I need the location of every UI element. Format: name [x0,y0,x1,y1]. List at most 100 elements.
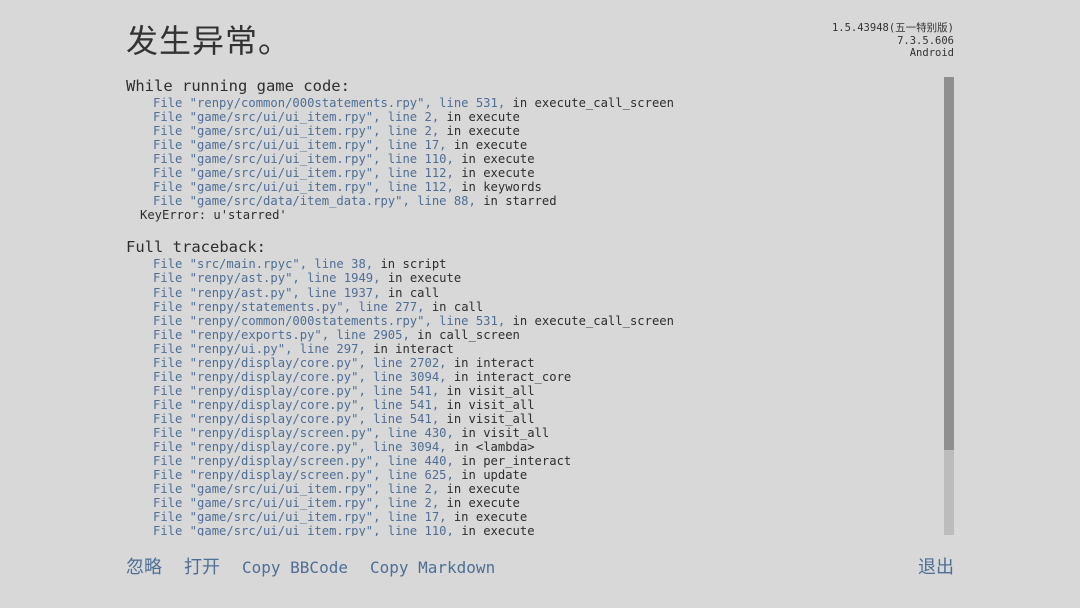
frame-function: in visit_all [446,397,535,412]
traceback-frame: File "game/src/ui/ui_item.rpy", line 2, … [153,496,938,510]
traceback-frame: File "game/src/ui/ui_item.rpy", line 2, … [153,110,938,124]
game-code-frames: File "renpy/common/000statements.rpy", l… [126,96,938,208]
frame-function: in <lambda> [453,440,535,455]
frame-function: in call [387,285,440,300]
traceback-frame: File "renpy/common/000statements.rpy", l… [153,96,938,110]
traceback-frame: File "renpy/display/screen.py", line 430… [153,426,938,440]
frame-location: File "renpy/display/core.py", line 541, [153,397,440,412]
frame-location: File "renpy/display/core.py", line 541, [153,411,440,426]
frame-location: File "game/src/ui/ui_item.rpy", line 112… [153,180,454,195]
frame-location: File "renpy/common/000statements.rpy", l… [153,96,506,110]
frame-function: in script [380,257,447,272]
version-line: 7.3.5.606 [897,34,954,47]
traceback-frame: File "game/src/ui/ui_item.rpy", line 110… [153,524,938,536]
traceback-frame: File "renpy/display/core.py", line 3094,… [153,370,938,384]
frame-location: File "game/src/data/item_data.rpy", line… [153,194,476,209]
frame-location: File "renpy/display/screen.py", line 440… [153,454,454,469]
copy-bbcode-button[interactable]: Copy BBCode [242,556,348,580]
frame-location: File "game/src/ui/ui_item.rpy", line 110… [153,524,454,536]
frame-function: in update [461,468,528,483]
ignore-button[interactable]: 忽略 [126,556,162,580]
traceback-frame: File "game/src/ui/ui_item.rpy", line 17,… [153,138,938,152]
traceback-frame: File "renpy/ui.py", line 297, in interac… [153,342,938,356]
frame-location: File "src/main.rpyc", line 38, [153,257,374,272]
traceback-frame: File "renpy/display/core.py", line 541, … [153,412,938,426]
version-line: 1.5.43948(五一特别版) [831,22,954,34]
frame-function: in call_screen [417,327,520,342]
page-title: 发生异常。 [126,22,292,60]
traceback-frame: File "game/src/ui/ui_item.rpy", line 112… [153,166,938,180]
frame-function: in execute [461,166,535,181]
frame-function: in execute [453,510,528,525]
scrollbar-thumb[interactable] [944,77,954,450]
frame-function: in interact [453,355,535,370]
full-traceback-heading: Full traceback: [126,238,266,257]
frame-location: File "game/src/ui/ui_item.rpy", line 2, [153,110,440,125]
frame-location: File "game/src/ui/ui_item.rpy", line 112… [153,166,454,181]
traceback-frame: File "renpy/display/core.py", line 2702,… [153,356,938,370]
frame-function: in per_interact [461,454,572,469]
frame-function: in execute [387,271,462,286]
frame-function: in execute_call_screen [512,96,674,110]
frame-function: in execute [461,524,535,536]
frame-location: File "renpy/statements.py", line 277, [153,299,425,314]
frame-location: File "renpy/display/core.py", line 541, [153,383,440,398]
frame-function: in visit_all [461,425,550,440]
traceback-frame: File "game/src/ui/ui_item.rpy", line 2, … [153,482,938,496]
frame-location: File "game/src/ui/ui_item.rpy", line 17, [153,510,447,525]
traceback-frame: File "renpy/display/core.py", line 541, … [153,384,938,398]
traceback-frame: File "game/src/ui/ui_item.rpy", line 112… [153,180,938,194]
traceback-viewport[interactable]: While running game code: File "renpy/com… [126,76,938,536]
frame-location: File "game/src/ui/ui_item.rpy", line 17, [153,138,447,153]
traceback-frame: File "renpy/exports.py", line 2905, in c… [153,328,938,342]
frame-location: File "renpy/display/core.py", line 2702, [153,355,447,370]
frame-function: in keywords [461,180,542,195]
traceback-frame: File "src/main.rpyc", line 38, in script [153,257,938,271]
frame-function: in call [431,299,484,314]
exit-button[interactable]: 退出 [918,556,954,580]
frame-location: File "game/src/ui/ui_item.rpy", line 2, [153,482,440,497]
game-code-heading: While running game code: [126,77,350,95]
traceback-frame: File "renpy/ast.py", line 1937, in call [153,286,938,300]
frame-location: File "renpy/ast.py", line 1949, [153,271,381,286]
open-button[interactable]: 打开 [184,556,220,580]
frame-function: in interact_core [453,369,572,384]
frame-location: File "renpy/display/core.py", line 3094, [153,369,447,384]
frame-function: in interact [373,341,454,356]
frame-location: File "renpy/display/screen.py", line 625… [153,468,454,483]
frame-location: File "renpy/display/screen.py", line 430… [153,425,454,440]
version-line: Android [909,47,954,59]
traceback-frame: File "renpy/display/screen.py", line 625… [153,468,938,482]
frame-location: File "renpy/ui.py", line 297, [153,341,366,356]
frame-location: File "renpy/common/000statements.rpy", l… [153,313,506,328]
frame-function: in execute [446,124,520,139]
frame-location: File "renpy/exports.py", line 2905, [153,327,410,342]
traceback-frame: File "renpy/display/core.py", line 541, … [153,398,938,412]
traceback-frame: File "game/src/ui/ui_item.rpy", line 2, … [153,124,938,138]
traceback-frame: File "game/src/ui/ui_item.rpy", line 110… [153,152,938,166]
traceback-frame: File "renpy/common/000statements.rpy", l… [153,314,938,328]
version-info: 1.5.43948(五一特别版) 7.3.5.606 Android [832,22,954,60]
traceback-frame: File "renpy/display/screen.py", line 440… [153,454,938,468]
frame-location: File "game/src/ui/ui_item.rpy", line 2, [153,124,440,139]
frame-function: in starred [483,194,557,209]
frame-location: File "renpy/display/core.py", line 3094, [153,440,447,455]
traceback-frame: File "renpy/ast.py", line 1949, in execu… [153,271,938,285]
traceback-frame: File "game/src/data/item_data.rpy", line… [153,194,938,208]
frame-function: in execute_call_screen [512,313,674,328]
copy-markdown-button[interactable]: Copy Markdown [370,556,495,580]
frame-function: in execute [446,496,520,511]
scrollbar[interactable] [944,77,954,535]
frame-function: in execute [446,110,520,125]
frame-function: in visit_all [446,383,535,398]
frame-function: in execute [453,138,528,153]
frame-function: in execute [461,152,535,167]
traceback-frame: File "game/src/ui/ui_item.rpy", line 17,… [153,510,938,524]
frame-location: File "game/src/ui/ui_item.rpy", line 2, [153,496,440,511]
action-bar: 忽略 打开 Copy BBCode Copy Markdown [126,556,495,580]
error-message: KeyError: u'starred' [140,208,287,223]
frame-function: in visit_all [446,411,535,426]
traceback-frame: File "renpy/statements.py", line 277, in… [153,300,938,314]
full-traceback-frames: File "src/main.rpyc", line 38, in script… [126,257,938,536]
traceback-frame: File "renpy/display/core.py", line 3094,… [153,440,938,454]
